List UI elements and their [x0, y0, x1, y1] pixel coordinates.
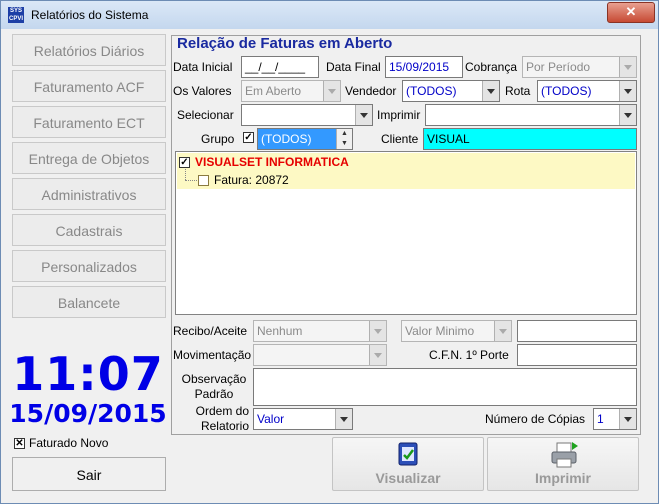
valor-minimo-value: Valor Minimo	[405, 324, 475, 338]
printer-icon	[551, 442, 578, 468]
clock-time: 11:07	[12, 347, 164, 401]
data-inicial-field[interactable]: __/__/____	[241, 56, 319, 78]
os-valores-select[interactable]: Em Aberto	[241, 80, 341, 102]
close-icon: ✕	[625, 4, 637, 19]
copias-label: Número de Cópias	[485, 412, 586, 426]
movimentacao-select[interactable]	[253, 344, 387, 366]
sidebar-item-label: Entrega de Objetos	[28, 151, 150, 167]
sidebar-item-label: Relatórios Diários	[33, 43, 145, 59]
vendedor-value: (TODOS)	[406, 84, 457, 98]
cobranca-select[interactable]: Por Período	[522, 56, 637, 78]
faturado-novo-checkbox[interactable]: ✕	[14, 438, 25, 449]
ordem-label: Ordem do Relatorio	[195, 404, 249, 433]
rota-label: Rota	[505, 84, 531, 98]
title-bar: SYS CPVI Relatórios do Sistema ✕	[1, 1, 658, 29]
sair-label: Sair	[76, 467, 102, 483]
preview-icon	[398, 442, 418, 466]
tree-parent-checkbox[interactable]: ✓	[179, 157, 190, 168]
imprimir-label: Imprimir	[377, 108, 421, 122]
chevron-down-icon	[619, 81, 636, 101]
faturado-novo-label: Faturado Novo	[29, 436, 109, 450]
sidebar-item-label: Administrativos	[41, 187, 137, 203]
sidebar-item-personalizados[interactable]: Personalizados	[12, 250, 166, 282]
cliente-input[interactable]: VISUAL	[423, 128, 637, 150]
chevron-down-icon	[335, 409, 352, 429]
imprimir-select[interactable]	[425, 104, 637, 126]
sair-button[interactable]: Sair	[12, 457, 166, 491]
sidebar-item-faturamento-acf[interactable]: Faturamento ACF	[12, 70, 166, 102]
clock-date: 15/09/2015	[9, 399, 167, 428]
sidebar-item-label: Balancete	[57, 295, 121, 311]
close-button[interactable]: ✕	[607, 2, 655, 23]
chevron-down-icon	[355, 105, 372, 125]
grupo-label: Grupo	[201, 132, 235, 146]
selecionar-select[interactable]	[241, 104, 373, 126]
ordem-select[interactable]: Valor	[253, 408, 353, 430]
spin-arrows-icon: ▲ ▼	[336, 129, 352, 149]
rota-value: (TODOS)	[541, 84, 592, 98]
recibo-value: Nenhum	[257, 324, 303, 338]
chevron-down-icon	[619, 409, 636, 429]
sidebar-item-label: Faturamento ECT	[33, 115, 145, 131]
os-valores-value: Em Aberto	[245, 84, 302, 98]
data-final-label: Data Final	[326, 60, 381, 74]
grupo-checkbox[interactable]: ✓	[243, 132, 254, 143]
vendedor-select[interactable]: (TODOS)	[402, 80, 500, 102]
imprimir-button-label: Imprimir	[534, 470, 591, 486]
rota-select[interactable]: (TODOS)	[537, 80, 637, 102]
sidebar-item-entrega-de-objetos[interactable]: Entrega de Objetos	[12, 142, 166, 174]
ordem-value: Valor	[257, 412, 285, 426]
data-final-field[interactable]: 15/09/2015	[385, 56, 463, 78]
sidebar-item-cadastrais[interactable]: Cadastrais	[12, 214, 166, 246]
cobranca-value: Por Período	[526, 60, 591, 74]
chevron-down-icon	[482, 81, 499, 101]
sidebar-item-relatorios-diarios[interactable]: Relatórios Diários	[12, 34, 166, 66]
chevron-down-icon	[494, 321, 511, 341]
valor-minimo-input[interactable]	[517, 320, 637, 342]
sidebar-item-balancete[interactable]: Balancete	[12, 286, 166, 318]
cliente-label: Cliente	[381, 132, 419, 146]
cfn-label: C.F.N. 1º Porte	[429, 348, 509, 362]
sidebar-item-label: Cadastrais	[55, 223, 123, 239]
sidebar-item-label: Faturamento ACF	[33, 79, 145, 95]
sidebar-item-faturamento-ect[interactable]: Faturamento ECT	[12, 106, 166, 138]
page-title: Relação de Faturas em Aberto	[177, 35, 393, 52]
selecionar-label: Selecionar	[177, 108, 234, 122]
movimentacao-label: Movimentação	[173, 348, 252, 362]
imprimir-button[interactable]: Imprimir	[487, 437, 639, 491]
chevron-down-icon	[323, 81, 340, 101]
chevron-down-icon	[619, 105, 636, 125]
tree-connector	[185, 169, 187, 180]
observacao-textarea[interactable]	[253, 368, 637, 406]
visualizar-label: Visualizar	[375, 470, 441, 486]
vendedor-label: Vendedor	[345, 84, 397, 98]
cobranca-label: Cobrança	[465, 60, 518, 74]
cfn-input[interactable]	[517, 344, 637, 366]
faturas-tree[interactable]: ✓ VISUALSET INFORMATICA Fatura: 20872	[175, 151, 637, 315]
tree-child-item[interactable]: Fatura: 20872	[214, 173, 289, 187]
recibo-label: Recibo/Aceite	[173, 324, 248, 338]
tree-connector	[185, 180, 197, 182]
chevron-down-icon	[369, 321, 386, 341]
data-inicial-label: Data Inicial	[173, 60, 233, 74]
app-icon: SYS CPVI	[8, 7, 24, 23]
chevron-down-icon	[369, 345, 386, 365]
sidebar-item-administrativos[interactable]: Administrativos	[12, 178, 166, 210]
sidebar-item-label: Personalizados	[41, 259, 137, 275]
visualizar-button[interactable]: Visualizar	[332, 437, 484, 491]
os-valores-label: Os Valores	[173, 84, 232, 98]
recibo-select[interactable]: Nenhum	[253, 320, 387, 342]
grupo-value: (TODOS)	[261, 132, 312, 146]
grupo-stepper[interactable]: (TODOS) ▲ ▼	[257, 128, 353, 150]
tree-child-checkbox[interactable]	[198, 175, 209, 186]
chevron-down-icon	[619, 57, 636, 77]
tree-parent-item[interactable]: VISUALSET INFORMATICA	[195, 155, 349, 169]
sidebar: Relatórios Diários Faturamento ACF Fatur…	[9, 29, 167, 497]
window-title: Relatórios do Sistema	[31, 8, 149, 22]
valor-minimo-select[interactable]: Valor Minimo	[401, 320, 512, 342]
report-window: SYS CPVI Relatórios do Sistema ✕ Relatór…	[0, 0, 659, 504]
copias-value: 1	[597, 412, 604, 426]
copias-select[interactable]: 1	[593, 408, 637, 430]
observacao-label: Observação Padrão	[181, 372, 247, 401]
